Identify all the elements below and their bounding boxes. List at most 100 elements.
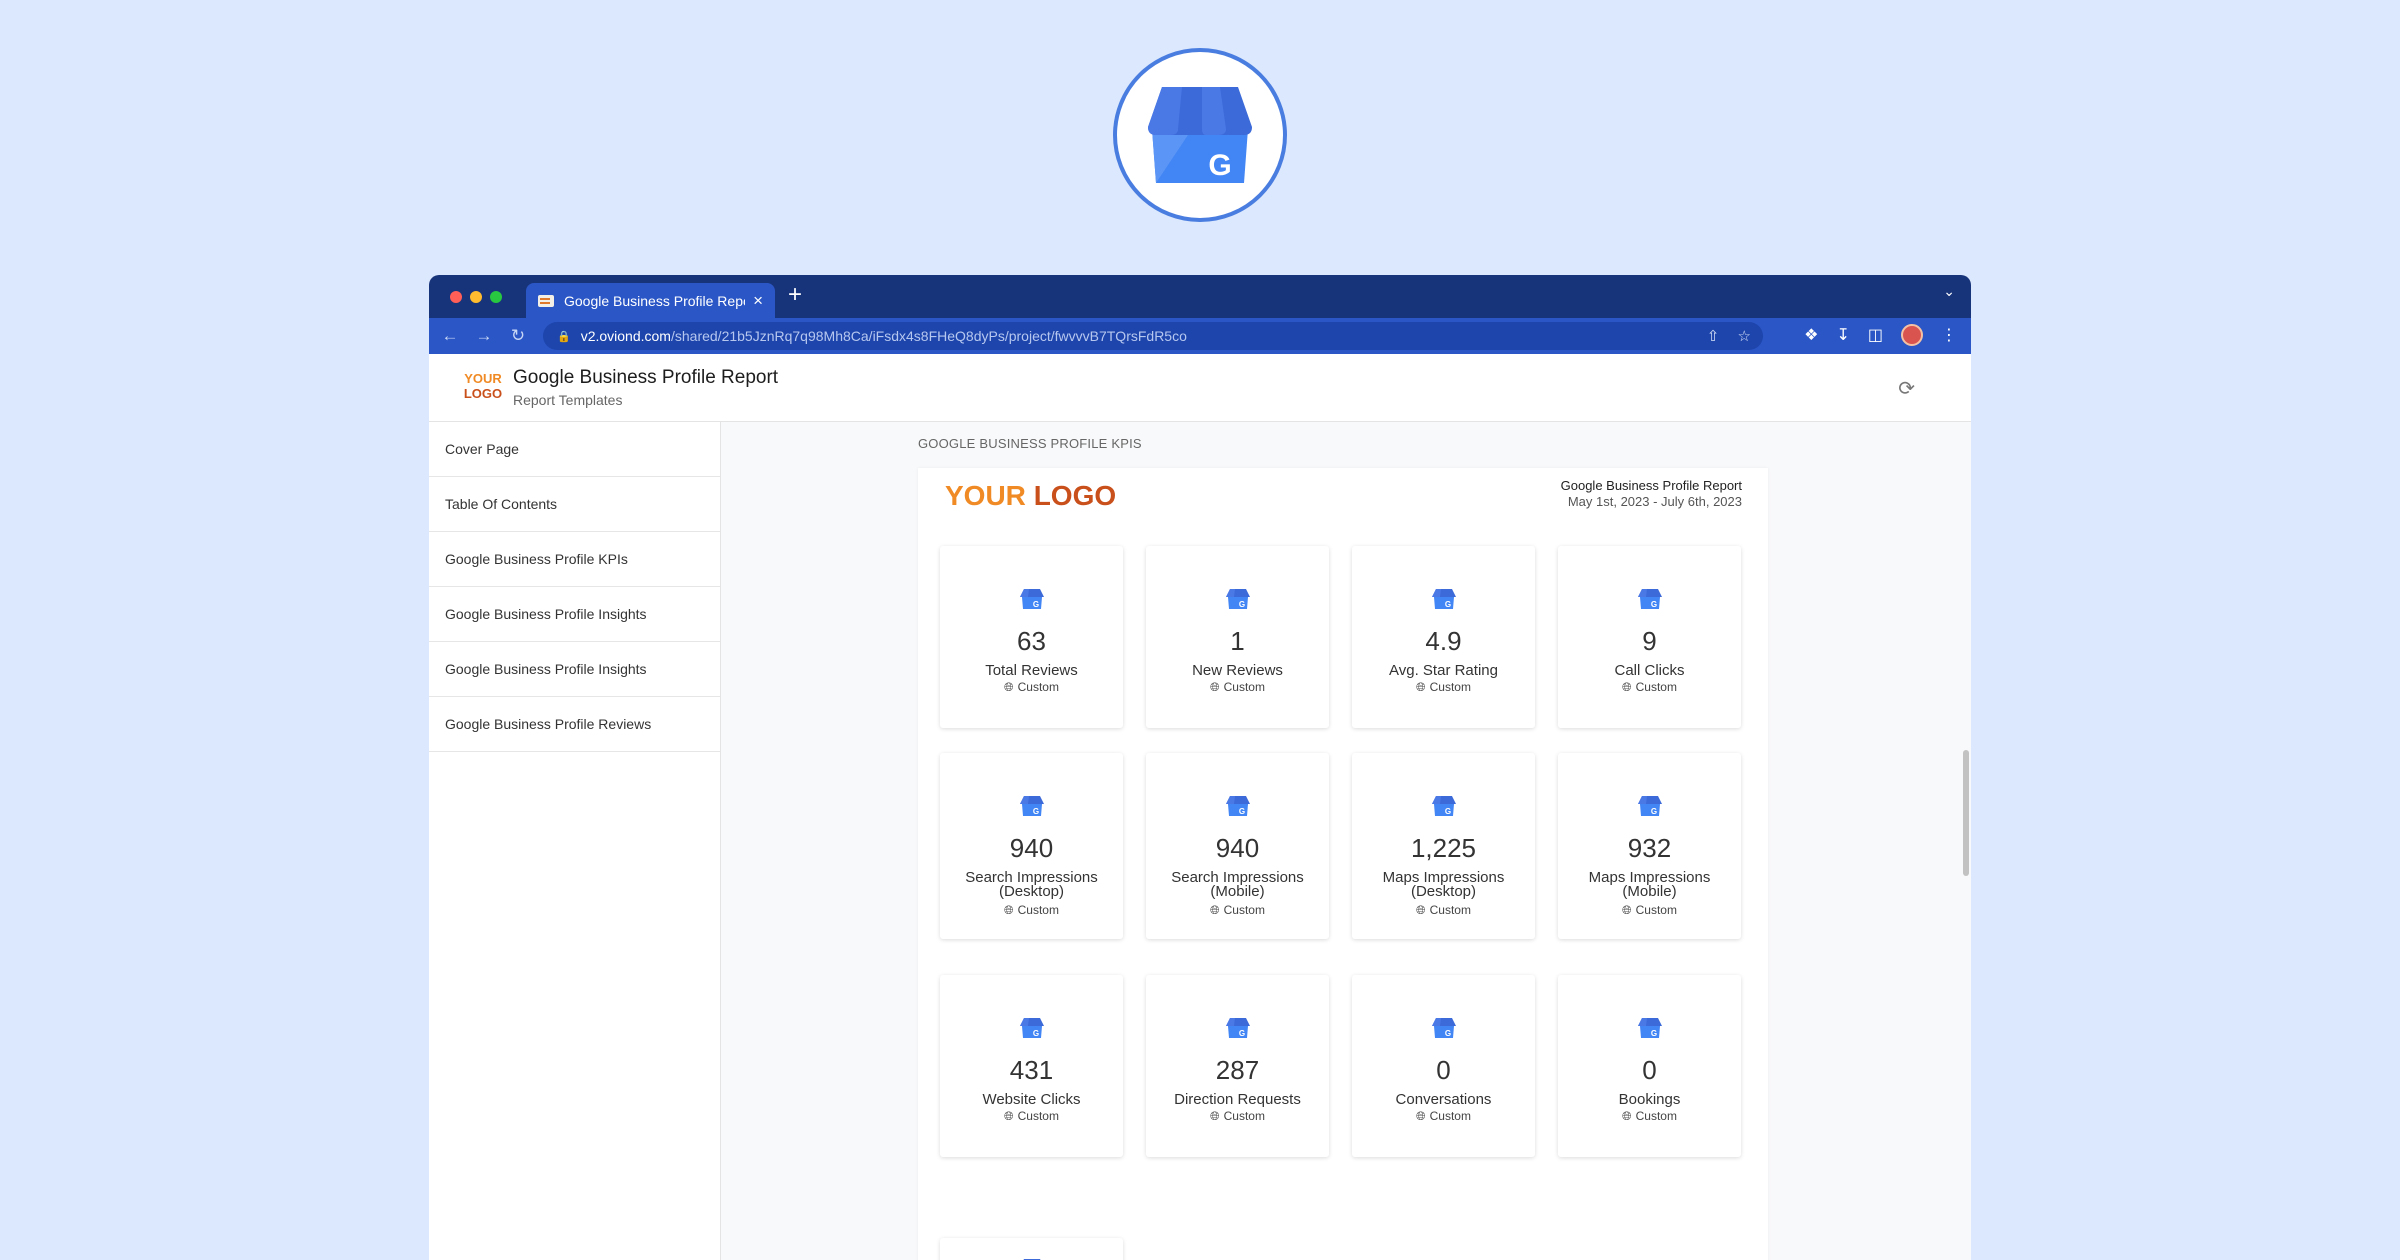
tab-title: Google Business Profile Report — [564, 292, 746, 309]
kpi-label: Avg. Star Rating — [1389, 662, 1498, 679]
kpi-card[interactable]: G 287 Direction Requests 🌐︎ Custom — [1146, 975, 1329, 1157]
kpi-value: 940 — [1009, 833, 1054, 863]
browser-tab[interactable]: Google Business Profile Report × — [526, 283, 775, 318]
share-icon[interactable]: ⇧ — [1707, 328, 1720, 345]
refresh-icon[interactable]: ⟳ — [1898, 376, 1915, 401]
kpi-value: 4.9 — [1425, 626, 1462, 656]
kpi-label: Search Impressions (Desktop) — [965, 869, 1098, 900]
url-host: v2.oviond.com — [580, 328, 671, 344]
gbp-store-icon: G — [1225, 589, 1250, 609]
globe-icon: 🌐︎ — [1416, 680, 1426, 694]
new-tab-button[interactable]: + — [788, 283, 802, 307]
report-date-range: May 1st, 2023 - July 6th, 2023 — [1567, 494, 1742, 509]
kpi-card-partial[interactable] — [940, 1238, 1123, 1260]
profile-avatar[interactable] — [1901, 324, 1923, 346]
globe-icon: 🌐︎ — [1622, 1109, 1632, 1123]
kpi-label: Direction Requests — [1174, 1091, 1301, 1108]
globe-icon: 🌐︎ — [1210, 903, 1220, 917]
kpi-card[interactable]: G 940 Search Impressions (Mobile) 🌐︎ Custom — [1146, 753, 1329, 939]
gbp-store-icon: G — [1225, 1018, 1250, 1038]
kpi-value: 287 — [1215, 1055, 1260, 1085]
kpi-source-tag: 🌐︎ Custom — [1622, 680, 1677, 694]
globe-icon: 🌐︎ — [1004, 903, 1014, 917]
tab-bar: Google Business Profile Report × + ⌄ — [429, 275, 1971, 318]
kpi-source-tag: 🌐︎ Custom — [1622, 1109, 1677, 1123]
scrollbar-thumb[interactable] — [1963, 750, 1969, 876]
kpi-value: 431 — [1009, 1055, 1054, 1085]
back-arrow-icon[interactable]: ← — [433, 326, 467, 346]
kpi-card[interactable]: G 1,225 Maps Impressions (Desktop) 🌐︎ Custom — [1352, 753, 1535, 939]
svg-text:G: G — [1444, 807, 1450, 816]
kpi-card[interactable]: G 9 Call Clicks 🌐︎ Custom — [1558, 546, 1741, 728]
forward-arrow-icon[interactable]: → — [467, 326, 501, 346]
gbp-store-icon: G — [1637, 796, 1662, 816]
sidebar-item-insights-2[interactable]: Google Business Profile Insights — [429, 642, 720, 697]
download-icon[interactable]: ↧ — [1836, 325, 1849, 345]
kpi-card[interactable]: G 932 Maps Impressions (Mobile) 🌐︎ Custom — [1558, 753, 1741, 939]
tab-search-chevron-icon[interactable]: ⌄ — [1943, 283, 1955, 300]
svg-text:G: G — [1238, 1029, 1244, 1038]
kpi-source-tag: 🌐︎ Custom — [1210, 680, 1265, 694]
svg-text:G: G — [1650, 600, 1656, 609]
toolbar: ← → ↻ 🔒 v2.oviond.com/shared/21b5JznRq7q… — [429, 318, 1971, 354]
kpi-value: 63 — [1017, 626, 1046, 656]
side-panel-icon[interactable]: ◫ — [1868, 325, 1883, 345]
sidebar-item-cover-page[interactable]: Cover Page — [429, 422, 720, 477]
gbp-store-icon: G — [1637, 589, 1662, 609]
sidebar-item-kpis[interactable]: Google Business Profile KPIs — [429, 532, 720, 587]
kpi-source-tag: 🌐︎ Custom — [1004, 1109, 1059, 1123]
globe-icon: 🌐︎ — [1004, 1109, 1014, 1123]
minimize-window-button[interactable] — [470, 291, 482, 303]
gbp-store-icon: G — [1431, 796, 1456, 816]
kpi-card[interactable]: G 431 Website Clicks 🌐︎ Custom — [940, 975, 1123, 1157]
svg-text:G: G — [1650, 807, 1656, 816]
globe-icon: 🌐︎ — [1416, 1109, 1426, 1123]
kpi-label: Search Impressions (Mobile) — [1171, 869, 1304, 900]
kpi-label: Conversations — [1395, 1091, 1492, 1108]
kpi-source-tag: 🌐︎ Custom — [1004, 680, 1059, 694]
kpi-card[interactable]: G 940 Search Impressions (Desktop) 🌐︎ Custom — [940, 753, 1123, 939]
kpi-card[interactable]: G 0 Bookings 🌐︎ Custom — [1558, 975, 1741, 1157]
kpi-card[interactable]: G 1 New Reviews 🌐︎ Custom — [1146, 546, 1329, 728]
kpi-card[interactable]: G 4.9 Avg. Star Rating 🌐︎ Custom — [1352, 546, 1535, 728]
more-menu-icon[interactable]: ⋮ — [1941, 325, 1957, 345]
bookmark-star-icon[interactable]: ☆ — [1738, 328, 1751, 345]
address-bar[interactable]: 🔒 v2.oviond.com/shared/21b5JznRq7q98Mh8C… — [543, 322, 1763, 350]
maximize-window-button[interactable] — [490, 291, 502, 303]
svg-text:G: G — [1238, 807, 1244, 816]
page-subtitle[interactable]: Report Templates — [513, 392, 622, 408]
url-path: /shared/21b5JznRq7q98Mh8Ca/iFsdx4s8FHeQ8… — [670, 328, 1187, 344]
gbp-store-icon: G — [1225, 796, 1250, 816]
globe-icon: 🌐︎ — [1416, 903, 1426, 917]
kpi-card[interactable]: G 0 Conversations 🌐︎ Custom — [1352, 975, 1535, 1157]
gbp-store-icon: G — [1431, 1018, 1456, 1038]
close-window-button[interactable] — [450, 291, 462, 303]
kpi-value: 9 — [1642, 626, 1657, 656]
sidebar-item-table-of-contents[interactable]: Table Of Contents — [429, 477, 720, 532]
lock-icon: 🔒 — [557, 330, 571, 343]
sidebar-item-reviews[interactable]: Google Business Profile Reviews — [429, 697, 720, 752]
reload-icon[interactable]: ↻ — [501, 326, 535, 346]
kpi-source-tag: 🌐︎ Custom — [1416, 903, 1471, 917]
kpi-source-tag: 🌐︎ Custom — [1210, 1109, 1265, 1123]
svg-text:G: G — [1032, 807, 1038, 816]
tab-close-icon[interactable]: × — [753, 291, 763, 311]
kpi-source-tag: 🌐︎ Custom — [1210, 903, 1265, 917]
report-logo: YOUR LOGO — [945, 480, 1117, 511]
kpi-value: 0 — [1642, 1055, 1657, 1085]
gbp-store-icon: G — [1019, 1018, 1044, 1038]
sidebar-item-insights-1[interactable]: Google Business Profile Insights — [429, 587, 720, 642]
svg-text:G: G — [1444, 600, 1450, 609]
gbp-store-icon: G — [1019, 796, 1044, 816]
kpi-value: 0 — [1436, 1055, 1451, 1085]
gbp-store-icon: G — [1431, 589, 1456, 609]
extensions-puzzle-icon[interactable]: ❖ — [1804, 325, 1818, 345]
app-header: YOUR LOGO Google Business Profile Report… — [429, 354, 1971, 422]
kpi-card[interactable]: G 63 Total Reviews 🌐︎ Custom — [940, 546, 1123, 728]
page-title: Google Business Profile Report — [513, 367, 779, 388]
svg-text:G: G — [1650, 1029, 1656, 1038]
report-page: YOUR LOGO Google Business Profile Report… — [918, 468, 1768, 1260]
kpi-value: 932 — [1627, 833, 1672, 863]
svg-text:G: G — [1032, 1029, 1038, 1038]
report-canvas: GOOGLE BUSINESS PROFILE KPIS YOUR LOGO G… — [721, 422, 1971, 1260]
